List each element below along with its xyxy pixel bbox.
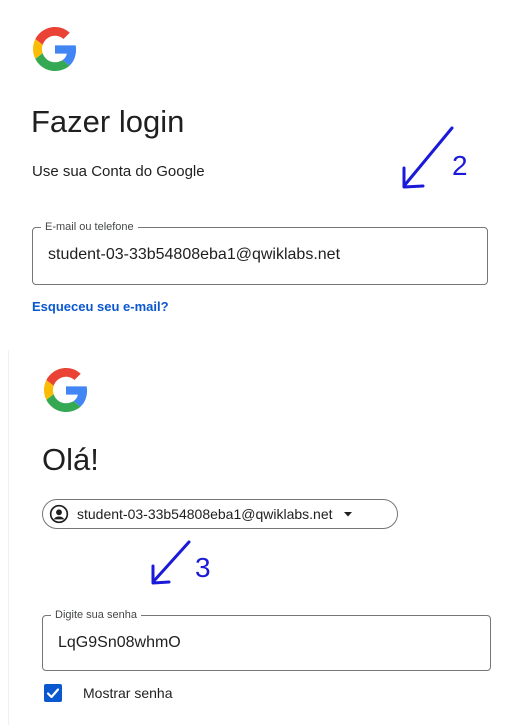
show-password-checkbox[interactable] [44,684,62,702]
google-logo [33,27,77,71]
checkmark-icon [46,688,60,699]
email-field[interactable]: E-mail ou telefone [32,220,488,285]
password-field[interactable]: Digite sua senha [42,608,491,671]
password-input[interactable] [58,634,468,652]
password-step-panel: Olá! student-03-33b54808eba1@qwiklabs.ne… [8,350,512,725]
forgot-email-link[interactable]: Esqueceu seu e-mail? [32,299,169,314]
account-email: student-03-33b54808eba1@qwiklabs.net [77,506,333,522]
email-input[interactable] [48,246,468,264]
page-title: Fazer login [31,104,185,139]
password-field-label: Digite sua senha [51,608,141,622]
email-field-label: E-mail ou telefone [41,220,138,234]
annotation-number: 2 [452,150,468,181]
annotation-number: 3 [195,552,211,583]
greeting-title: Olá! [42,442,99,477]
annotation-arrow [402,126,454,189]
page-subtitle: Use sua Conta do Google [32,163,205,180]
account-avatar-icon [49,504,69,524]
email-step-panel: Fazer login Use sua Conta do Google 2 E-… [0,0,512,342]
show-password-label[interactable]: Mostrar senha [83,685,172,701]
account-chip[interactable]: student-03-33b54808eba1@qwiklabs.net [42,499,398,529]
dropdown-caret-icon [343,512,352,517]
google-logo [44,368,88,412]
annotation-arrow [151,540,191,585]
